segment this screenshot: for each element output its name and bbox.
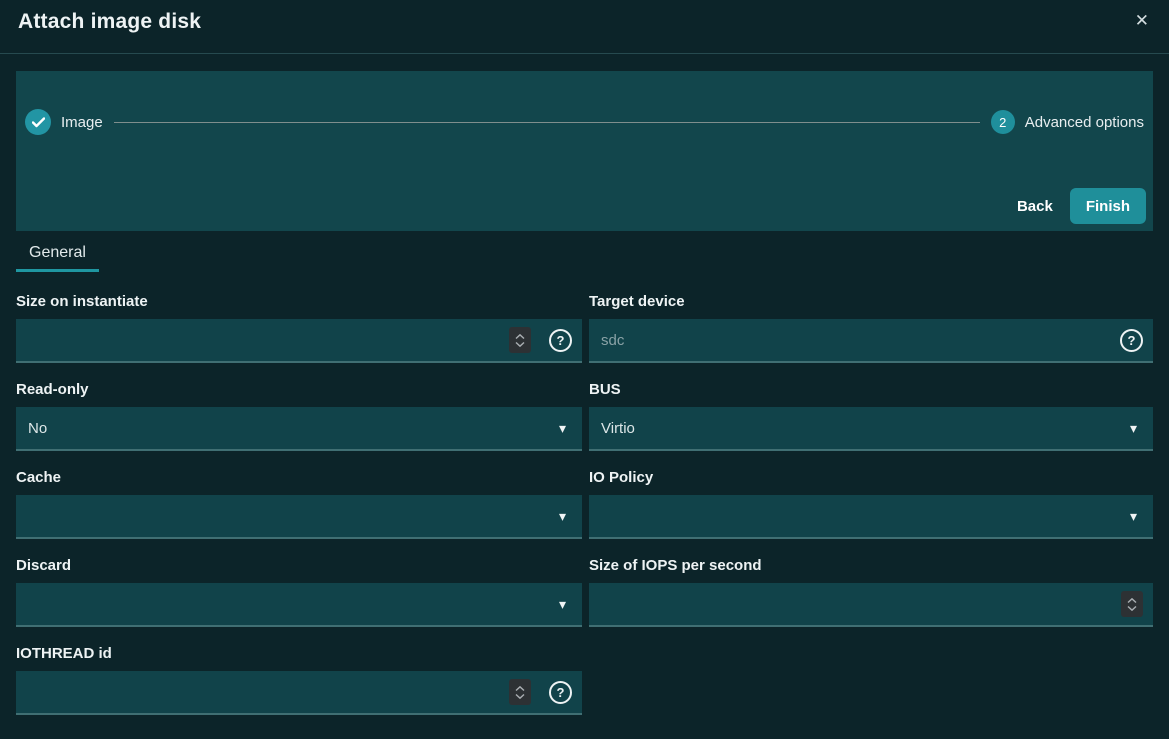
field-label: Size of IOPS per second xyxy=(589,557,1153,574)
form-group-discard: Discard ▾ xyxy=(16,557,582,627)
step-advanced-label: Advanced options xyxy=(1025,114,1144,131)
form-group-target-device: Target device ? xyxy=(589,293,1153,363)
field-label: Discard xyxy=(16,557,582,574)
check-icon xyxy=(32,117,45,128)
read-only-select[interactable]: No ▾ xyxy=(16,407,582,451)
field-label: Target device xyxy=(589,293,1153,310)
wizard-steps: Image 2 Advanced options xyxy=(16,71,1153,135)
field-label: BUS xyxy=(589,381,1153,398)
help-icon[interactable]: ? xyxy=(1120,329,1143,352)
form-group-iothread-id: IOTHREAD id ? xyxy=(16,645,582,715)
chevron-down-icon xyxy=(515,694,525,699)
step-image-complete[interactable] xyxy=(25,109,51,135)
back-button[interactable]: Back xyxy=(1005,190,1065,223)
field-label: IO Policy xyxy=(589,469,1153,486)
chevron-up-icon xyxy=(515,686,525,691)
size-on-instantiate-input[interactable] xyxy=(28,332,509,349)
io-policy-select[interactable]: ▾ xyxy=(589,495,1153,539)
form-group-io-policy: IO Policy ▾ xyxy=(589,469,1153,539)
select-value: Virtio xyxy=(601,420,1130,437)
bus-select[interactable]: Virtio ▾ xyxy=(589,407,1153,451)
chevron-down-icon xyxy=(515,342,525,347)
close-icon[interactable]: ✕ xyxy=(1133,10,1151,31)
tab-bar: General xyxy=(16,238,1153,272)
number-stepper[interactable] xyxy=(509,679,531,705)
step-advanced-number[interactable]: 2 xyxy=(991,110,1015,134)
field-label: Size on instantiate xyxy=(16,293,582,310)
iops-size-input[interactable] xyxy=(601,596,1121,613)
step-image-label: Image xyxy=(61,114,103,131)
iothread-id-field: ? xyxy=(16,671,582,715)
chevron-up-icon xyxy=(1127,598,1137,603)
wizard-actions: Back Finish xyxy=(16,188,1153,224)
field-label: IOTHREAD id xyxy=(16,645,582,662)
chevron-down-icon: ▾ xyxy=(1130,421,1137,435)
dialog-title: Attach image disk xyxy=(18,10,201,34)
dialog-header: Attach image disk ✕ xyxy=(0,0,1169,54)
field-label: Read-only xyxy=(16,381,582,398)
number-stepper[interactable] xyxy=(509,327,531,353)
target-device-input[interactable] xyxy=(601,332,1102,349)
general-form: Size on instantiate ? Target device ? Re… xyxy=(16,293,1153,715)
finish-button[interactable]: Finish xyxy=(1070,188,1146,224)
chevron-down-icon: ▾ xyxy=(559,421,566,435)
chevron-up-icon xyxy=(515,334,525,339)
chevron-down-icon: ▾ xyxy=(559,509,566,523)
number-stepper[interactable] xyxy=(1121,591,1143,617)
form-group-iops-size: Size of IOPS per second xyxy=(589,557,1153,627)
step-connector-line xyxy=(114,122,980,123)
iothread-id-input[interactable] xyxy=(28,684,509,701)
select-value: No xyxy=(28,420,559,437)
form-group-bus: BUS Virtio ▾ xyxy=(589,381,1153,451)
iops-size-field xyxy=(589,583,1153,627)
form-group-read-only: Read-only No ▾ xyxy=(16,381,582,451)
wizard-panel: Image 2 Advanced options Back Finish xyxy=(16,71,1153,231)
field-label: Cache xyxy=(16,469,582,486)
chevron-down-icon: ▾ xyxy=(1130,509,1137,523)
tab-general[interactable]: General xyxy=(16,238,99,272)
help-icon[interactable]: ? xyxy=(549,329,572,352)
chevron-down-icon xyxy=(1127,606,1137,611)
size-on-instantiate-field: ? xyxy=(16,319,582,363)
chevron-down-icon: ▾ xyxy=(559,597,566,611)
help-icon[interactable]: ? xyxy=(549,681,572,704)
target-device-field: ? xyxy=(589,319,1153,363)
form-group-size-on-instantiate: Size on instantiate ? xyxy=(16,293,582,363)
form-group-cache: Cache ▾ xyxy=(16,469,582,539)
discard-select[interactable]: ▾ xyxy=(16,583,582,627)
cache-select[interactable]: ▾ xyxy=(16,495,582,539)
